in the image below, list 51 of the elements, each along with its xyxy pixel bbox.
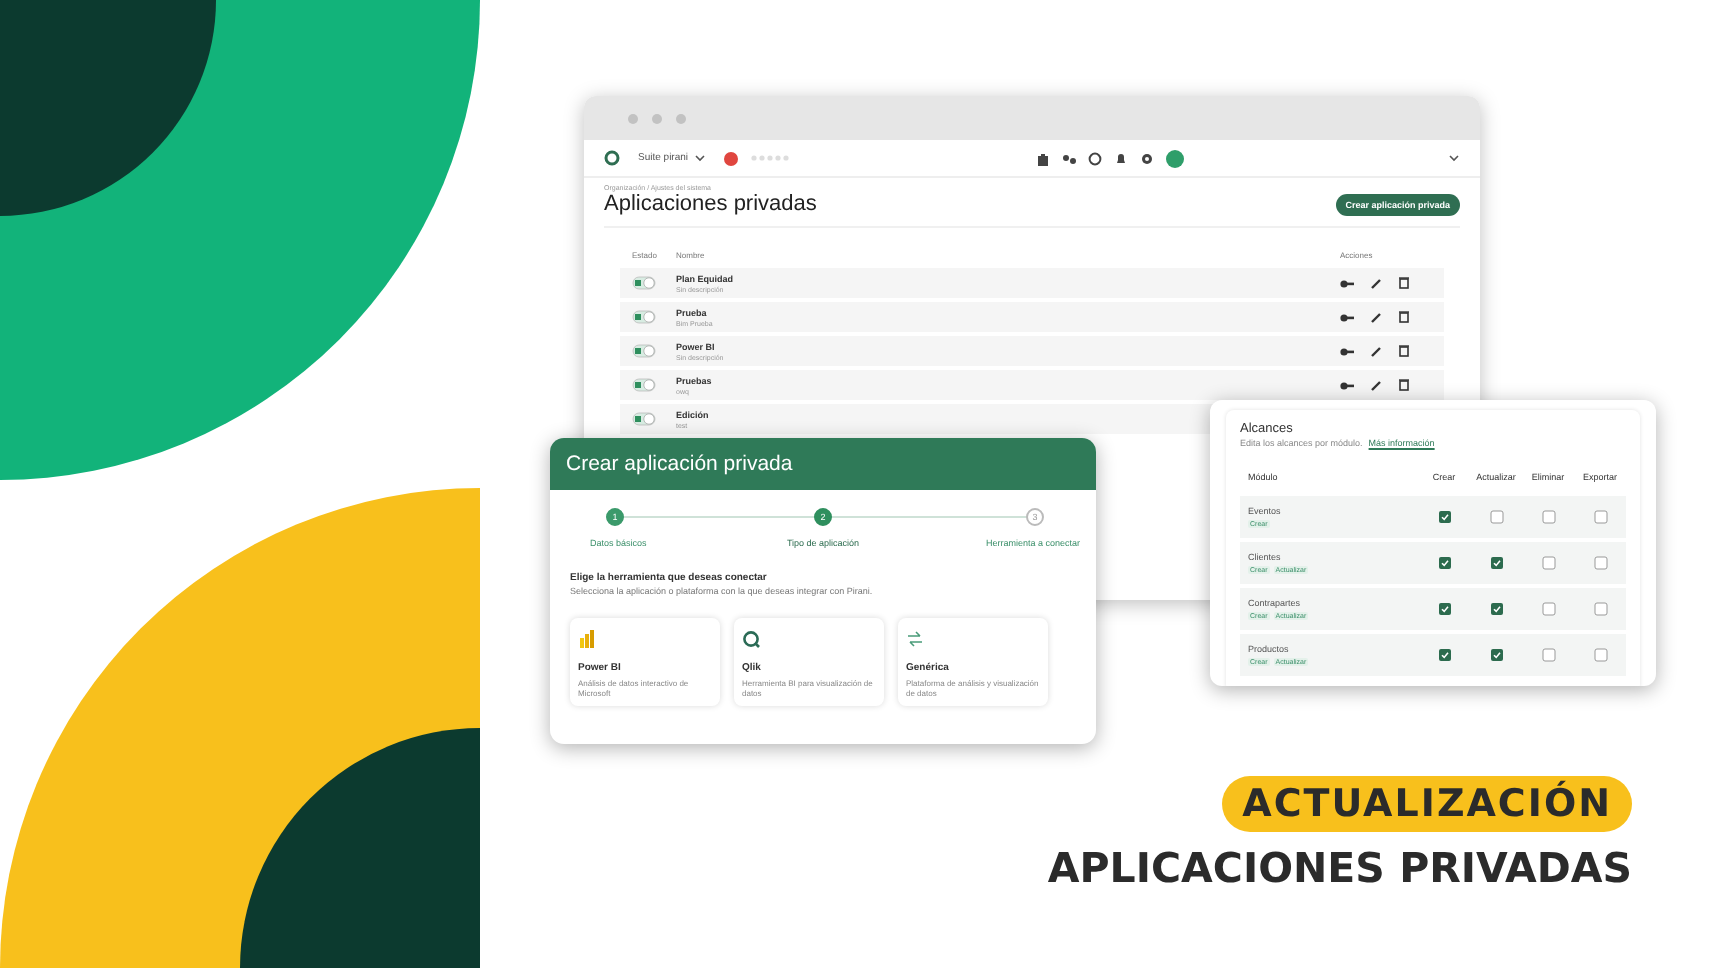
checkbox[interactable] [1541, 648, 1555, 662]
key-icon[interactable] [1340, 277, 1354, 289]
pencil-icon[interactable] [1370, 277, 1382, 289]
caret-icon[interactable] [1448, 154, 1460, 162]
bar-chart-icon [578, 630, 596, 648]
toggle-switch[interactable] [632, 378, 656, 392]
checkbox[interactable] [1541, 556, 1555, 570]
caret-icon[interactable] [694, 154, 707, 162]
checkbox[interactable] [1437, 510, 1451, 524]
window-dot [676, 113, 686, 123]
trash-icon[interactable] [1398, 276, 1410, 290]
magnifier-icon [742, 630, 760, 648]
checkbox[interactable] [1593, 510, 1607, 524]
exchange-arrows-icon [906, 630, 924, 648]
pencil-icon[interactable] [1370, 345, 1382, 357]
toggle-switch[interactable] [632, 344, 656, 358]
checkbox[interactable] [1489, 556, 1503, 570]
checkbox[interactable] [1541, 602, 1555, 616]
modal-title-bar: Crear aplicación privada [550, 438, 1096, 490]
toggle-switch[interactable] [632, 276, 656, 290]
toggle-switch[interactable] [632, 412, 656, 426]
trash-icon[interactable] [1398, 310, 1410, 324]
checkbox[interactable] [1593, 602, 1607, 616]
pencil-icon[interactable] [1370, 379, 1382, 391]
avatar-icon[interactable] [1166, 149, 1184, 167]
checkbox[interactable] [1437, 648, 1451, 662]
trash-icon[interactable] [1398, 344, 1410, 358]
pencil-icon[interactable] [1370, 311, 1382, 323]
logo-icon [604, 150, 620, 166]
trash-icon[interactable] [1398, 378, 1410, 392]
toggle-switch[interactable] [632, 310, 656, 324]
headline: APLICACIONES PRIVADAS [1047, 844, 1632, 892]
checkbox[interactable] [1437, 556, 1451, 570]
window-dot [628, 113, 638, 123]
window-dot [652, 113, 662, 123]
key-icon[interactable] [1340, 345, 1354, 357]
page-title: Aplicaciones privadas [604, 192, 817, 216]
checkbox[interactable] [1489, 510, 1503, 524]
checkbox[interactable] [1437, 602, 1451, 616]
checkbox[interactable] [1593, 648, 1607, 662]
key-icon[interactable] [1340, 311, 1354, 323]
key-icon[interactable] [1340, 379, 1354, 391]
settings-icon[interactable] [1140, 151, 1154, 165]
update-badge: ACTUALIZACIÓN [1222, 776, 1632, 832]
checkbox[interactable] [1489, 602, 1503, 616]
checkbox[interactable] [1489, 648, 1503, 662]
status-icon [724, 151, 739, 165]
rating-dots-icon [750, 154, 791, 162]
checkbox[interactable] [1593, 556, 1607, 570]
bell-icon[interactable] [1114, 151, 1128, 165]
checkbox[interactable] [1541, 510, 1555, 524]
